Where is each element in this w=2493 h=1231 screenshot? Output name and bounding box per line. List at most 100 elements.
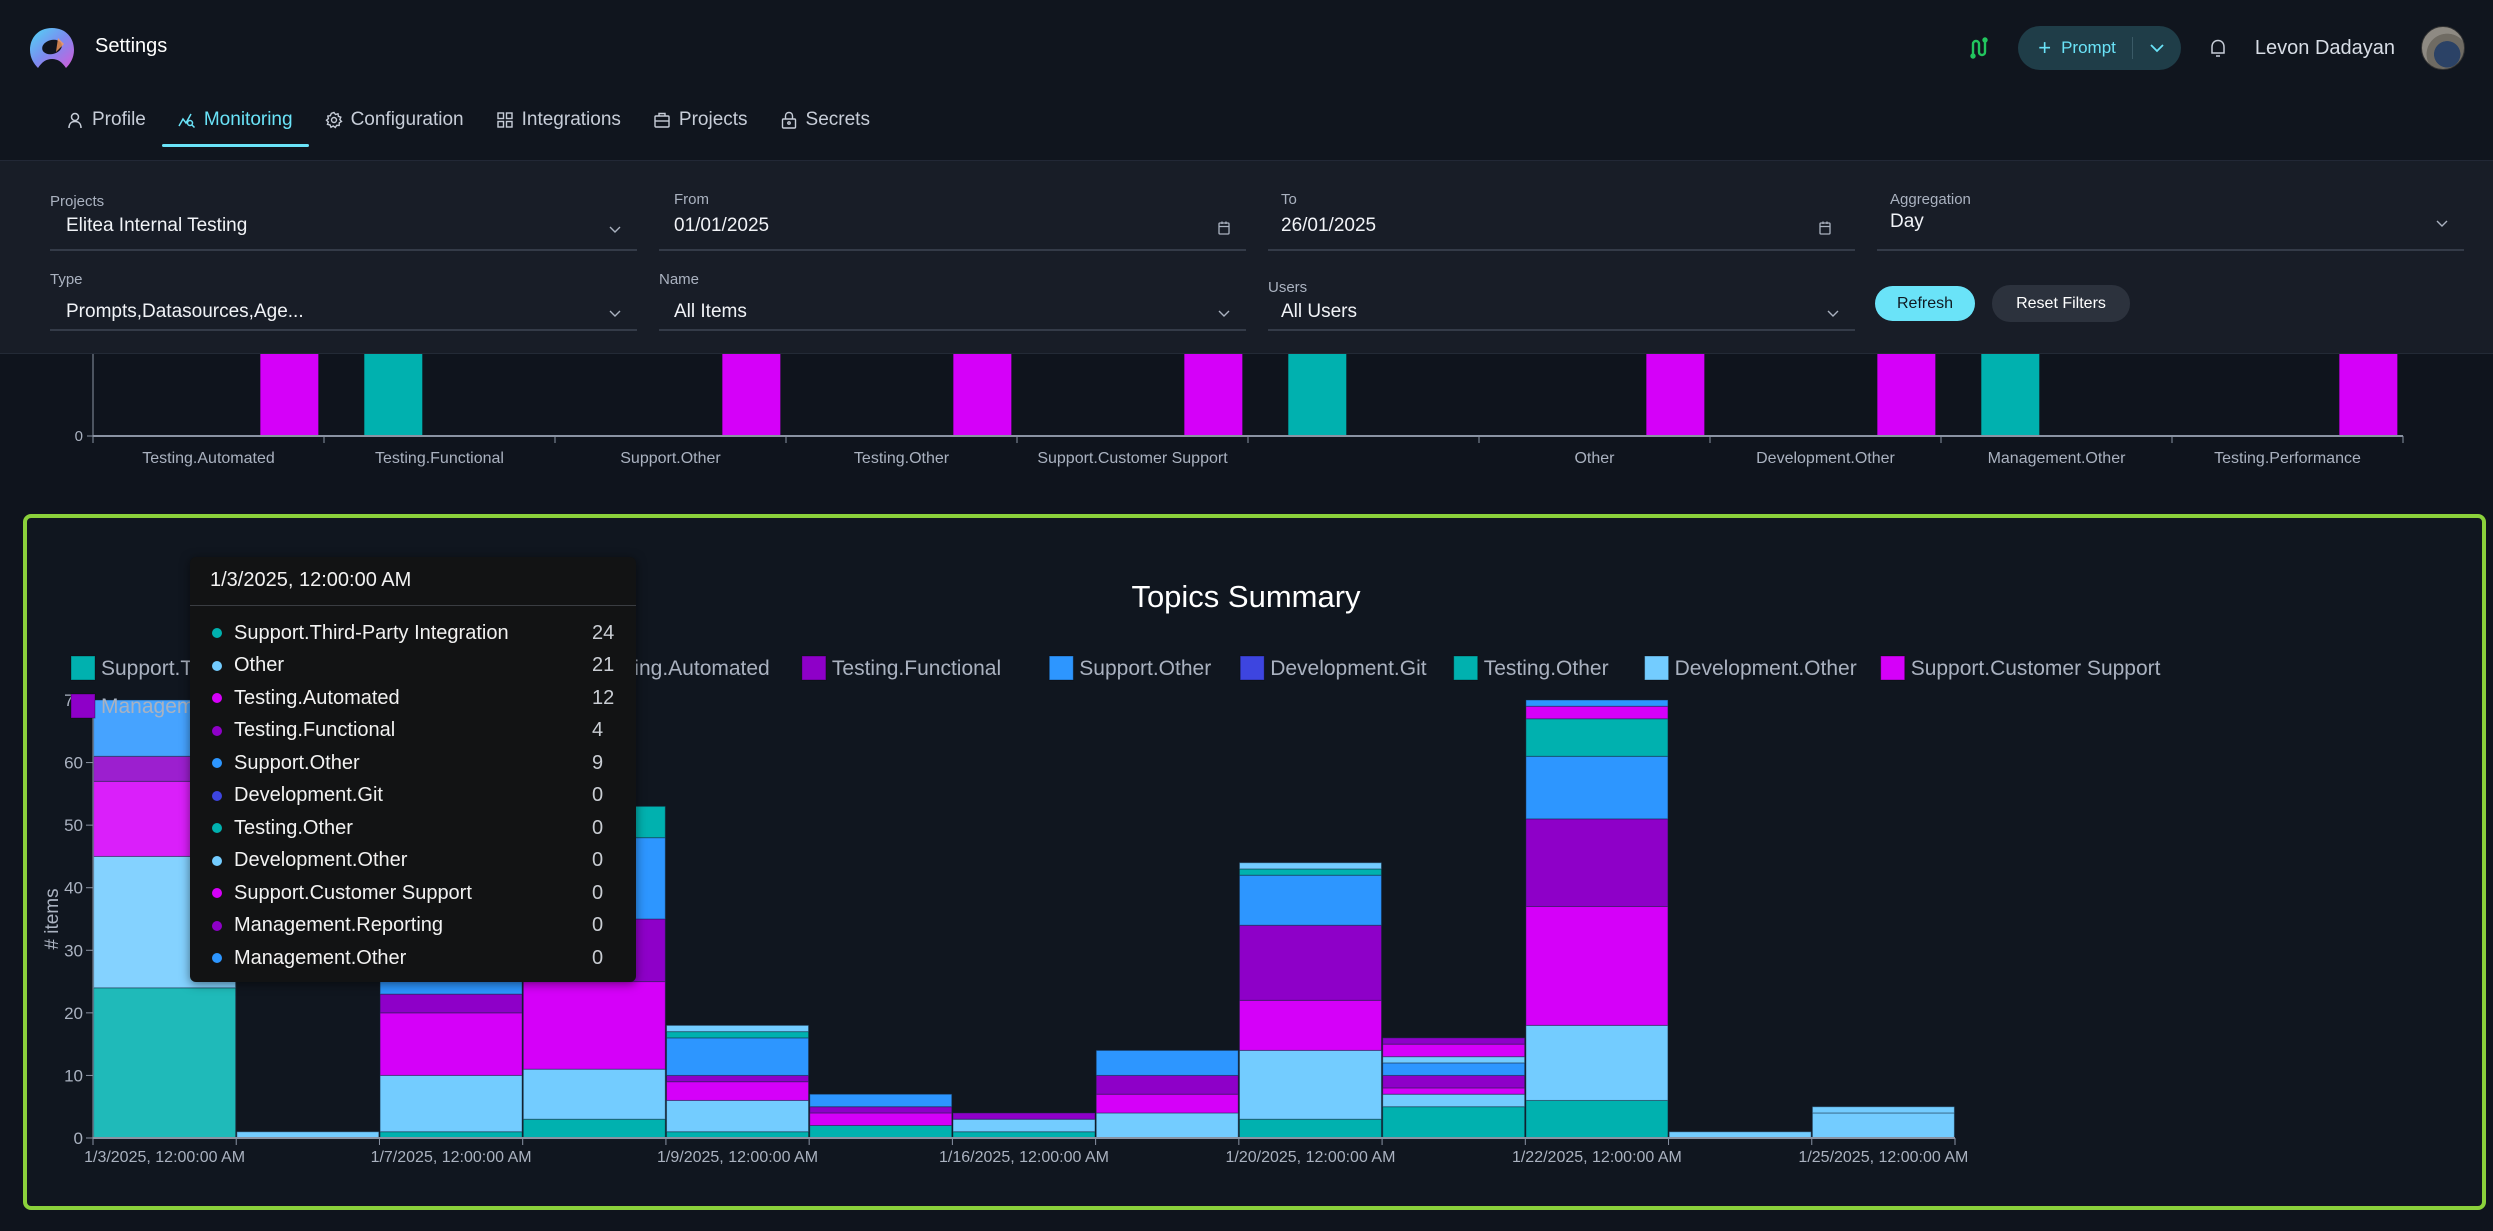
bar-segment[interactable] <box>1525 718 1669 757</box>
tooltip-row: Support.Customer Support 0 <box>210 877 616 910</box>
bar-segment[interactable] <box>1238 1049 1382 1120</box>
tooltip-divider <box>190 605 636 606</box>
legend-item[interactable]: Development.Other <box>1644 655 1857 681</box>
tooltip-series-name: Support.Customer Support <box>234 881 472 904</box>
bar-segment[interactable] <box>1525 699 1669 707</box>
bar-segment[interactable] <box>1238 868 1382 876</box>
legend-swatch <box>70 693 96 719</box>
bar-segment[interactable] <box>1382 1093 1526 1108</box>
bar-segment[interactable] <box>1525 755 1669 820</box>
tooltip-rows: Support.Third-Party Integration 24 Other 21… <box>210 617 616 975</box>
bar-segment[interactable] <box>809 1106 953 1114</box>
series-dot-icon <box>212 888 222 899</box>
tooltip-series-value: 12 <box>592 686 615 709</box>
tooltip-series-value: 0 <box>592 849 604 872</box>
bar-segment[interactable] <box>379 1012 523 1076</box>
bar-segment[interactable] <box>809 1124 953 1139</box>
tooltip-series-value: 9 <box>592 751 604 774</box>
y-tick-label: 30 <box>64 941 83 960</box>
bar-segment[interactable] <box>666 1081 810 1101</box>
legend-item[interactable]: Support.Other <box>1048 655 1211 681</box>
legend-item[interactable]: Testing.Other <box>1453 655 1609 681</box>
bar-segment[interactable] <box>1525 818 1669 907</box>
tooltip-series-value: 0 <box>592 784 604 807</box>
x-tick-label: 1/25/2025, 12:00:00 AM <box>1798 1149 1968 1166</box>
bar-segment[interactable] <box>1238 874 1382 926</box>
bar-segment[interactable] <box>1382 1087 1526 1095</box>
bar-segment[interactable] <box>1382 1043 1526 1058</box>
legend-swatch <box>1048 655 1074 681</box>
bar-segment[interactable] <box>666 1074 810 1083</box>
legend-item[interactable]: Development.Git <box>1239 655 1427 681</box>
tooltip-series-value: 0 <box>592 881 604 904</box>
bar-segment[interactable] <box>666 1037 810 1076</box>
tooltip-series-name: Testing.Automated <box>234 686 400 709</box>
bar-segment[interactable] <box>1525 1024 1669 1101</box>
bar-segment[interactable] <box>666 1031 810 1039</box>
bar-segment[interactable] <box>1238 999 1382 1051</box>
tooltip-row: Management.Other 0 <box>210 942 616 975</box>
bar-segment[interactable] <box>1525 905 1669 1026</box>
bar-segment[interactable] <box>809 1112 953 1126</box>
tooltip-row: Testing.Other 0 <box>210 812 616 845</box>
bar-segment[interactable] <box>1238 1118 1382 1139</box>
bar-segment[interactable] <box>1811 1112 1955 1139</box>
bar-segment[interactable] <box>522 1068 666 1120</box>
y-tick-label: 0 <box>74 1129 83 1148</box>
bar-segment[interactable] <box>379 981 523 995</box>
bar-segment[interactable] <box>1238 862 1382 870</box>
series-dot-icon <box>212 855 222 866</box>
series-dot-icon <box>212 628 222 639</box>
legend-item[interactable]: Testing.Functional <box>801 655 1001 681</box>
series-dot-icon <box>212 823 222 834</box>
y-axis-label: # items <box>42 888 63 949</box>
bar-segment[interactable] <box>952 1118 1096 1133</box>
bar-segment[interactable] <box>1095 1093 1239 1114</box>
bar-segment[interactable] <box>1811 1106 1955 1114</box>
bar-segment[interactable] <box>379 993 523 1014</box>
legend-swatch <box>70 655 96 681</box>
bar-segment[interactable] <box>522 981 666 1070</box>
bar-segment[interactable] <box>666 1024 810 1033</box>
legend-swatch <box>801 655 827 681</box>
legend-label: Testing.Other <box>1484 657 1609 680</box>
bar-segment[interactable] <box>379 1074 523 1133</box>
legend-item[interactable]: Support.Customer Support <box>1880 655 2161 681</box>
y-tick-label: 50 <box>64 816 83 835</box>
y-tick-label: 40 <box>64 879 83 898</box>
legend-label: Testing.Functional <box>832 657 1001 680</box>
tooltip-series-name: Testing.Other <box>234 816 353 839</box>
bar-segment[interactable] <box>1095 1074 1239 1095</box>
tooltip-series-name: Other <box>234 654 285 677</box>
series-dot-icon <box>212 953 222 964</box>
series-dot-icon <box>212 758 222 769</box>
bar-segment[interactable] <box>666 1099 810 1133</box>
bar-segment[interactable] <box>1382 1106 1526 1139</box>
tooltip-series-name: Development.Git <box>234 784 383 807</box>
tooltip-row: Management.Reporting 0 <box>210 910 616 943</box>
legend-label: Support.Other <box>1079 657 1211 680</box>
bar-segment[interactable] <box>1382 1062 1526 1076</box>
chart-tooltip: 1/3/2025, 12:00:00 AM Support.Third-Part… <box>190 557 636 982</box>
bar-segment[interactable] <box>1382 1037 1526 1045</box>
bar-segment[interactable] <box>1095 1049 1239 1076</box>
tooltip-series-value: 21 <box>592 654 615 677</box>
series-dot-icon <box>212 920 222 931</box>
legend-swatch <box>1644 655 1670 681</box>
tooltip-series-value: 0 <box>592 816 604 839</box>
y-tick-label: 10 <box>64 1066 83 1085</box>
bar-segment[interactable] <box>1238 924 1382 1001</box>
bar-segment[interactable] <box>93 987 237 1139</box>
bar-segment[interactable] <box>1095 1112 1239 1139</box>
bar-segment[interactable] <box>522 1118 666 1139</box>
bar-segment[interactable] <box>1382 1056 1526 1064</box>
y-tick-label: 20 <box>64 1004 83 1023</box>
bar-segment[interactable] <box>1525 705 1669 720</box>
bar-segment[interactable] <box>809 1093 953 1108</box>
bar-segment[interactable] <box>1525 1099 1669 1139</box>
x-tick-label: 1/22/2025, 12:00:00 AM <box>1512 1149 1682 1166</box>
bar-segment[interactable] <box>1382 1074 1526 1089</box>
bar-segment[interactable] <box>952 1112 1096 1120</box>
tooltip-series-name: Testing.Functional <box>234 719 396 742</box>
x-tick-label: 1/7/2025, 12:00:00 AM <box>371 1149 532 1166</box>
